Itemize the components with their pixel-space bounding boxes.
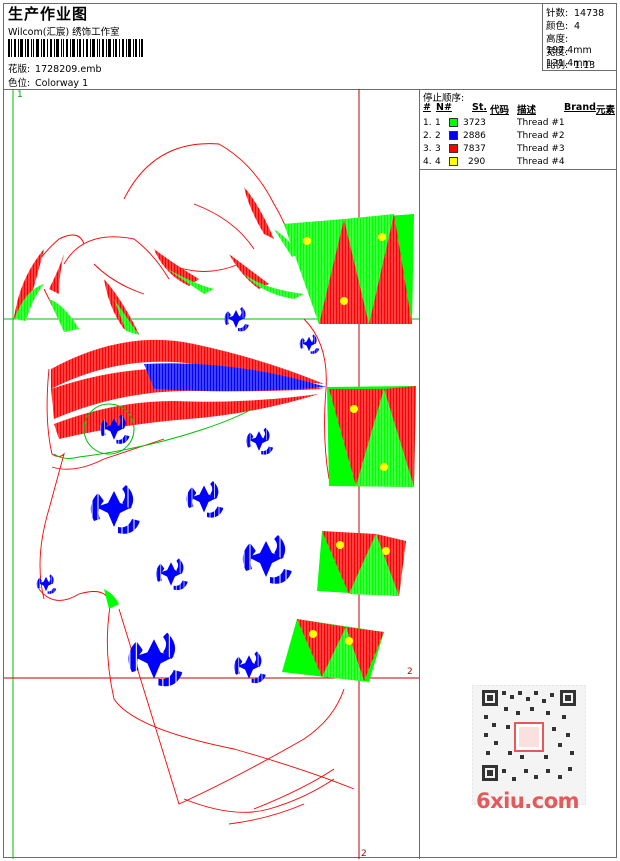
header-info: 生产作业图 Wilcom(汇宸) 绣饰工作室 花版: 1728209.emb 色…	[4, 4, 542, 89]
thread-stitches: 7837	[463, 144, 486, 154]
thread-swatch	[449, 131, 458, 140]
col-header-element: 元素	[596, 105, 616, 116]
thread-desc: Thread #3	[517, 144, 565, 154]
triangle-panel-4	[282, 619, 384, 682]
qr-code-watermark	[472, 685, 586, 805]
col-header-brand: Brand	[564, 102, 596, 113]
thread-swatch	[449, 118, 458, 127]
watermark-text: 6xiu.com	[476, 789, 580, 813]
thread-needle: 3	[435, 144, 441, 154]
stat-label: 比例:	[546, 60, 569, 71]
col-header-st: St.	[472, 102, 487, 113]
axis-marker-2-right: 2	[407, 667, 413, 677]
stat-label: 针数:	[546, 8, 569, 19]
thread-index: 2.	[423, 131, 432, 141]
stat-row: 比例: 1.13	[546, 57, 595, 71]
stop-sequence-panel: 停止顺序: # N# St. 代码 描述 Brand 元素 1. 1 3723 …	[419, 89, 617, 170]
stat-row: 针数: 14738	[546, 5, 604, 19]
thread-index: 4.	[423, 157, 432, 167]
thread-swatch	[449, 144, 458, 153]
colorway-value: Colorway 1	[35, 78, 89, 89]
thread-stitches: 2886	[463, 131, 486, 141]
page-title: 生产作业图	[8, 5, 89, 23]
col-header-num: #	[423, 102, 431, 113]
thread-needle: 4	[435, 157, 441, 167]
stat-label: 高度:	[546, 34, 569, 45]
colorway-row: 色位: Colorway 1	[8, 75, 88, 89]
thread-needle: 2	[435, 131, 441, 141]
thread-desc: Thread #1	[517, 118, 565, 128]
thread-stitches: 3723	[463, 118, 486, 128]
stat-row: 颜色: 4	[546, 18, 580, 32]
colorway-label: 色位:	[8, 78, 31, 89]
thread-row: 1. 1 3723 Thread #1	[420, 118, 617, 131]
triangle-panel-3	[317, 531, 406, 596]
design-file-value: 1728209.emb	[35, 64, 102, 75]
thread-row: 2. 2 2886 Thread #2	[420, 131, 617, 144]
col-header-desc: 描述	[517, 105, 537, 116]
headband	[51, 339, 326, 439]
thread-row: 3. 3 7837 Thread #3	[420, 144, 617, 157]
thread-swatch	[449, 157, 458, 166]
thread-needle: 1	[435, 118, 441, 128]
barcode-icon	[8, 39, 143, 57]
hair-strand-tips	[14, 187, 304, 335]
thread-index: 1.	[423, 118, 432, 128]
thread-desc: Thread #4	[517, 157, 565, 167]
axis-marker-2-bottom: 2	[361, 849, 367, 859]
col-header-code: 代码	[490, 105, 510, 116]
thread-stitches: 290	[468, 157, 486, 167]
sheet-header: 生产作业图 Wilcom(汇宸) 绣饰工作室 花版: 1728209.emb 色…	[4, 4, 617, 90]
col-header-n: N#	[436, 102, 452, 113]
embroidery-design-canvas	[4, 89, 419, 859]
triangle-panel-2	[327, 386, 416, 487]
stat-value: 1.13	[574, 60, 596, 71]
thread-desc: Thread #2	[517, 131, 565, 141]
small-green-accent	[104, 589, 119, 609]
axis-marker-1: 1	[17, 90, 23, 100]
studio-name: Wilcom(汇宸) 绣饰工作室	[8, 27, 120, 38]
thread-index: 3.	[423, 144, 432, 154]
design-file-row: 花版: 1728209.emb	[8, 61, 102, 75]
stat-label: 宽度:	[546, 47, 569, 58]
stat-label: 颜色:	[546, 21, 569, 32]
production-sheet: 生产作业图 Wilcom(汇宸) 绣饰工作室 花版: 1728209.emb 色…	[3, 3, 617, 859]
stats-panel: 针数: 14738 颜色: 4 高度:197.4mm 宽度:121.4mm 比例: 1…	[542, 4, 617, 71]
design-file-label: 花版:	[8, 64, 31, 75]
triangle-panel-1	[284, 214, 414, 324]
